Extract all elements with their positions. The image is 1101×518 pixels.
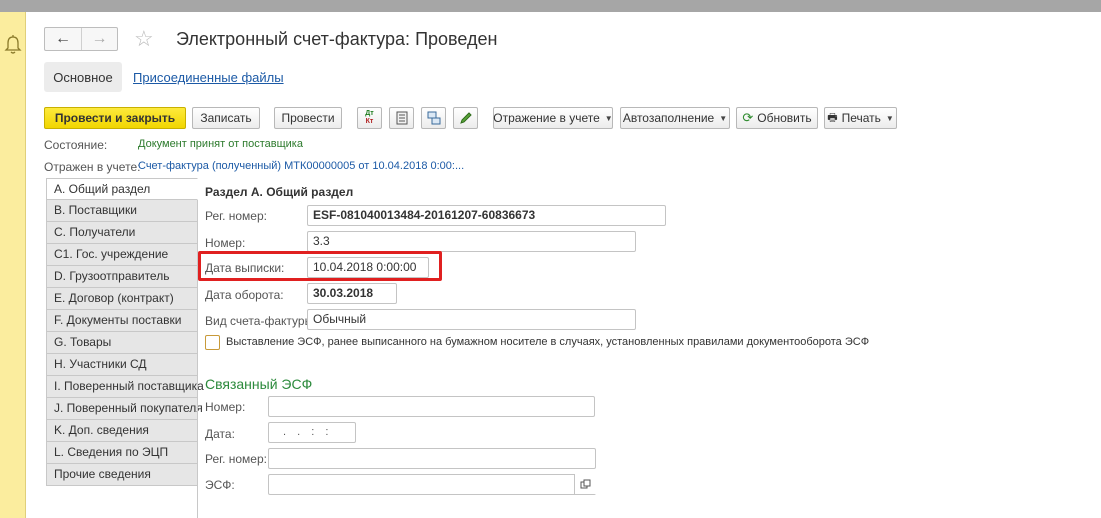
- section-tab-e[interactable]: E. Договор (контракт): [46, 288, 198, 310]
- print-label: Печать: [841, 111, 881, 125]
- linked-date-field[interactable]: . . : :: [268, 422, 356, 443]
- left-panel: [0, 12, 26, 518]
- section-tab-j[interactable]: J. Поверенный покупателя: [46, 398, 203, 420]
- refresh-button[interactable]: ⟳ Обновить: [736, 107, 818, 129]
- autofill-label: Автозаполнение: [622, 111, 715, 125]
- section-tab-b[interactable]: B. Поставщики: [46, 200, 198, 222]
- post-button[interactable]: Провести: [274, 107, 342, 129]
- chevron-down-icon: ▼: [604, 113, 613, 123]
- linked-esf-label: ЭСФ:: [205, 478, 235, 492]
- forward-button[interactable]: →: [80, 28, 117, 50]
- section-tab-d[interactable]: D. Грузоотправитель: [46, 266, 198, 288]
- paper-carrier-checkbox-label: Выставление ЭСФ, ранее выписанного на бу…: [226, 336, 870, 348]
- reflected-label: Отражен в учете:: [44, 160, 141, 174]
- section-tab-h[interactable]: H. Участники СД: [46, 354, 198, 376]
- linked-reg-number-label: Рег. номер:: [205, 452, 267, 466]
- reflection-dropdown[interactable]: Отражение в учете ▼: [493, 107, 613, 129]
- section-tab-c1[interactable]: C1. Гос. учреждение: [46, 244, 198, 266]
- number-label: Номер:: [205, 236, 246, 250]
- number-field[interactable]: 3.3: [307, 231, 636, 252]
- arrow-right-icon: →: [91, 30, 108, 47]
- print-dropdown[interactable]: 🖶 Печать ▼: [824, 107, 897, 129]
- printer-icon: 🖶: [827, 111, 838, 124]
- reg-number-field[interactable]: ESF-081040013484-20161207-60836673: [307, 205, 666, 226]
- pencil-icon: [459, 112, 472, 124]
- arrow-left-icon: ←: [54, 30, 71, 47]
- section-tab-a[interactable]: A. Общий раздел: [46, 178, 198, 200]
- page-title: Электронный счет-фактура: Проведен: [176, 29, 498, 49]
- autofill-dropdown[interactable]: Автозаполнение ▼: [620, 107, 730, 129]
- turnover-date-field[interactable]: 30.03.2018: [307, 283, 397, 304]
- nav-buttons: ← →: [44, 27, 118, 51]
- dt-kt-icon-top: Дт: [365, 110, 374, 117]
- refresh-icon: ⟳: [742, 110, 754, 125]
- linked-number-label: Номер:: [205, 400, 246, 414]
- post-and-close-button[interactable]: Провести и закрыть: [44, 107, 186, 129]
- chevron-down-icon: ▼: [885, 113, 894, 123]
- state-value: Документ принят от поставщика: [138, 138, 303, 150]
- list-icon: [396, 111, 407, 125]
- star-icon[interactable]: ☆: [134, 27, 154, 51]
- document-list-button[interactable]: [389, 107, 414, 129]
- bell-icon[interactable]: [4, 34, 22, 56]
- invoice-type-field[interactable]: Обычный: [307, 309, 636, 330]
- section-tabs: A. Общий раздел B. Поставщики C. Получат…: [46, 178, 204, 486]
- dt-kt-icon-bottom: Кт: [365, 118, 374, 125]
- linked-esf-title: Связанный ЭСФ: [205, 376, 313, 392]
- linked-reg-number-field[interactable]: [268, 448, 596, 469]
- section-tab-g[interactable]: G. Товары: [46, 332, 198, 354]
- section-tab-i[interactable]: I. Поверенный поставщика: [46, 376, 204, 398]
- edit-button[interactable]: [453, 107, 478, 129]
- reflection-label: Отражение в учете: [493, 111, 600, 125]
- refresh-label: Обновить: [757, 111, 812, 125]
- section-tab-k[interactable]: K. Доп. сведения: [46, 420, 198, 442]
- linked-date-label: Дата:: [205, 427, 235, 441]
- turnover-date-label: Дата оборота:: [205, 288, 284, 302]
- linked-number-field[interactable]: [268, 396, 595, 417]
- window-top-bar: [0, 0, 1101, 12]
- reflected-link[interactable]: Счет-фактура (полученный) МТК00000005 от…: [138, 160, 464, 172]
- section-tab-l[interactable]: L. Сведения по ЭЦП: [46, 442, 198, 464]
- invoice-type-label: Вид счета-фактуры:: [205, 314, 317, 328]
- section-tab-other[interactable]: Прочие сведения: [46, 464, 198, 486]
- dt-kt-button[interactable]: Дт Кт: [357, 107, 382, 129]
- tab-main[interactable]: Основное: [44, 62, 122, 92]
- linked-esf-field[interactable]: [268, 474, 596, 495]
- section-tab-f[interactable]: F. Документы поставки: [46, 310, 198, 332]
- structure-button[interactable]: [421, 107, 446, 129]
- open-window-icon: [580, 479, 591, 488]
- section-tab-c[interactable]: C. Получатели: [46, 222, 198, 244]
- tab-attached-files[interactable]: Присоединенные файлы: [133, 70, 284, 85]
- issue-date-highlight: [198, 251, 442, 281]
- save-button[interactable]: Записать: [192, 107, 260, 129]
- section-divider: [197, 200, 198, 518]
- paper-carrier-checkbox[interactable]: [205, 335, 220, 350]
- open-selection-button[interactable]: [574, 474, 596, 494]
- state-label: Состояние:: [44, 138, 108, 152]
- structure-icon: [427, 111, 440, 125]
- section-title: Раздел А. Общий раздел: [205, 185, 354, 199]
- back-button[interactable]: ←: [45, 28, 81, 50]
- chevron-down-icon: ▼: [719, 113, 728, 123]
- reg-number-label: Рег. номер:: [205, 209, 267, 223]
